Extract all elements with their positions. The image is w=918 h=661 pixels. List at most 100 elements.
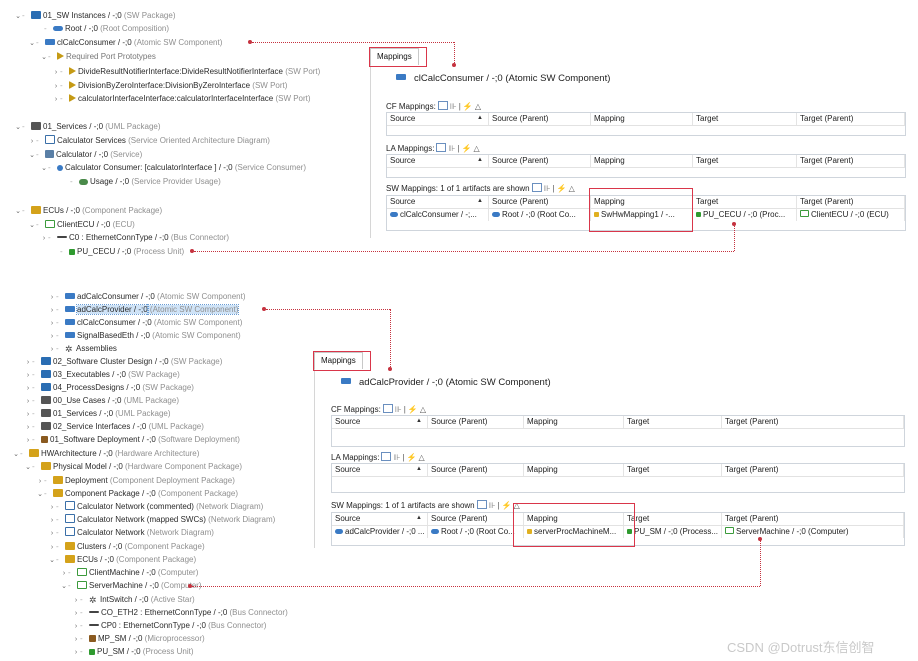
tree-item[interactable]: › - PU_SM / -;0 (Process Unit) <box>72 646 194 659</box>
collapse-icon[interactable]: ⊪ <box>450 102 457 111</box>
wand-icon[interactable]: ⚡ <box>557 184 567 193</box>
collapse-icon[interactable]: ⊪ <box>544 184 551 193</box>
warning-icon[interactable]: △ <box>420 405 426 414</box>
chevron-right-icon[interactable]: › <box>72 634 80 646</box>
tree-item[interactable]: - Root / -;0 (Root Composition) <box>36 23 169 35</box>
tree-item[interactable]: ⌄- Calculator / -;0 (Service) <box>28 149 142 161</box>
tree-item[interactable]: ⌄- 01_SW Instances / -;0 (SW Package) <box>14 10 176 22</box>
chevron-down-icon[interactable]: ⌄ <box>14 11 22 23</box>
column-header[interactable]: Source <box>332 416 428 428</box>
tree-item[interactable]: - Usage / -;0 (Service Provider Usage) <box>62 176 221 188</box>
sort-ascending-icon[interactable]: ▲ <box>416 418 422 424</box>
chevron-right-icon[interactable]: › <box>72 621 80 633</box>
tree-item[interactable]: › - 02_Software Cluster Design / -;0 (SW P… <box>24 356 222 368</box>
collapse-icon[interactable]: ⊪ <box>448 144 455 153</box>
table-cell[interactable]: adCalcProvider / -;0 ... <box>332 526 428 538</box>
column-header[interactable]: Mapping <box>524 464 624 476</box>
column-header[interactable]: Source <box>387 155 489 167</box>
chevron-right-icon[interactable]: › <box>48 318 56 330</box>
table-view-icon[interactable] <box>381 452 392 461</box>
warning-icon[interactable]: △ <box>475 102 481 111</box>
tree-item[interactable]: › - 01_Services / -;0 (UML Package) <box>24 408 171 420</box>
tree-item[interactable]: › - adCalcProvider / -;0 (Atomic SW Compon… <box>48 304 240 316</box>
column-header[interactable]: Target (Parent) <box>797 155 905 167</box>
tree-item[interactable]: › - DivideResultNotifierInterface:DivideRe… <box>52 66 320 78</box>
tree-item[interactable]: › - SignalBasedEth / -;0 (Atomic SW Compon… <box>48 330 241 342</box>
collapse-icon[interactable]: ⊪ <box>393 453 400 462</box>
chevron-right-icon[interactable]: › <box>48 344 56 356</box>
tree-item[interactable]: › - 02_Service Interfaces / -;0 (UML Packa… <box>24 421 204 433</box>
column-header[interactable]: Target <box>693 196 797 208</box>
collapse-icon[interactable]: ⊪ <box>489 501 496 510</box>
warning-icon[interactable]: △ <box>474 144 480 153</box>
chevron-right-icon[interactable]: › <box>52 67 60 79</box>
tree-item[interactable]: › - 01_Software Deployment / -;0 (Software… <box>24 434 240 446</box>
chevron-right-icon[interactable]: › <box>48 331 56 343</box>
column-header[interactable]: Source (Parent) <box>428 464 524 476</box>
tree-item[interactable]: ⌄- ECUs / -;0 (Component Package) <box>14 205 162 217</box>
chevron-right-icon[interactable]: › <box>40 233 48 245</box>
tree-item[interactable]: ⌄- Required Port Prototypes <box>40 51 156 63</box>
wand-icon[interactable]: ⚡ <box>462 144 472 153</box>
tree-item[interactable]: › - ✲ IntSwitch / -;0 (Active Star) <box>72 594 195 606</box>
table-view-icon[interactable] <box>531 183 542 192</box>
table-cell[interactable]: clCalcConsumer / -;... <box>387 209 489 221</box>
tree-item[interactable]: › - Calculator Network (Network Diagram) <box>48 527 214 539</box>
tree-item[interactable]: ⌄- Calculator Consumer: [calculatorInterf… <box>40 162 306 174</box>
wand-icon[interactable]: ⚡ <box>463 102 473 111</box>
tree-item[interactable]: ⌄- 01_Services / -;0 (UML Package) <box>14 121 161 133</box>
column-header[interactable]: Mapping <box>591 155 693 167</box>
tree-item[interactable]: › - C0 : EthernetConnType / -;0 (Bus Conne… <box>40 232 229 244</box>
chevron-right-icon[interactable]: › <box>48 292 56 304</box>
tree-item[interactable]: › - CP0 : EthernetConnType / -;0 (Bus Conn… <box>72 620 267 633</box>
sort-ascending-icon[interactable]: ▲ <box>416 515 422 521</box>
tree-item[interactable]: › - adCalcConsumer / -;0 (Atomic SW Compon… <box>48 291 246 303</box>
tree-item[interactable]: ⌄- clCalcConsumer / -;0 (Atomic SW Compon… <box>28 37 222 49</box>
column-header[interactable]: Source (Parent) <box>428 513 524 525</box>
tree-item[interactable]: › - 04_ProcessDesigns / -;0 (SW Package) <box>24 382 194 394</box>
chevron-right-icon[interactable]: › <box>24 422 32 434</box>
column-header[interactable]: Source (Parent) <box>489 155 591 167</box>
table-view-icon[interactable] <box>382 404 393 413</box>
column-header[interactable]: Target (Parent) <box>722 416 904 428</box>
tree-item[interactable]: › - ClientMachine / -;0 (Computer) <box>60 567 198 579</box>
chevron-down-icon[interactable]: ⌄ <box>24 462 32 474</box>
column-header[interactable]: Source (Parent) <box>489 196 591 208</box>
table-view-icon[interactable] <box>476 500 487 509</box>
chevron-down-icon[interactable]: ⌄ <box>40 163 48 175</box>
column-header[interactable]: Mapping <box>524 416 624 428</box>
chevron-down-icon[interactable]: ⌄ <box>14 206 22 218</box>
tree-item[interactable]: › - 03_Executables / -;0 (SW Package) <box>24 369 180 381</box>
warning-icon[interactable]: △ <box>419 453 425 462</box>
chevron-right-icon[interactable]: › <box>24 435 32 447</box>
tree-item[interactable]: › - ✲ Assemblies <box>48 343 117 355</box>
chevron-right-icon[interactable]: › <box>48 528 56 540</box>
chevron-right-icon[interactable]: › <box>48 502 56 514</box>
chevron-down-icon[interactable]: ⌄ <box>12 449 20 461</box>
chevron-right-icon[interactable]: › <box>24 383 32 395</box>
column-header[interactable]: Source <box>332 513 428 525</box>
column-header[interactable]: Target (Parent) <box>797 113 905 125</box>
chevron-down-icon[interactable]: ⌄ <box>28 38 36 50</box>
chevron-right-icon[interactable]: › <box>36 476 44 488</box>
table-view-icon[interactable] <box>436 143 447 152</box>
wand-icon[interactable]: ⚡ <box>407 453 417 462</box>
chevron-right-icon[interactable]: › <box>24 370 32 382</box>
tree-item[interactable]: ⌄- ServerMachine / -;0 (Computer) <box>60 580 202 592</box>
column-header[interactable]: Target (Parent) <box>722 464 904 476</box>
chevron-right-icon[interactable]: › <box>60 568 68 580</box>
chevron-right-icon[interactable]: › <box>72 647 80 659</box>
column-header[interactable]: Target <box>624 513 722 525</box>
column-header[interactable]: Target (Parent) <box>722 513 904 525</box>
tree-item[interactable]: › - clCalcConsumer / -;0 (Atomic SW Compon… <box>48 317 243 330</box>
chevron-right-icon[interactable]: › <box>48 542 56 554</box>
tree-item[interactable]: › - CO_ETH2 : EthernetConnType / -;0 (Bus … <box>72 607 288 619</box>
tree-item[interactable]: ⌄- Physical Model / -;0 (Hardware Compone… <box>24 461 242 473</box>
sort-ascending-icon[interactable]: ▲ <box>416 466 422 472</box>
chevron-down-icon[interactable]: ⌄ <box>28 150 36 162</box>
chevron-down-icon[interactable]: ⌄ <box>14 122 22 134</box>
tree-item[interactable]: - PU_CECU / -;0 (Process Unit) <box>52 246 184 258</box>
column-header[interactable]: Source <box>387 196 489 208</box>
chevron-right-icon[interactable]: › <box>28 136 36 148</box>
sort-ascending-icon[interactable]: ▲ <box>477 115 483 121</box>
